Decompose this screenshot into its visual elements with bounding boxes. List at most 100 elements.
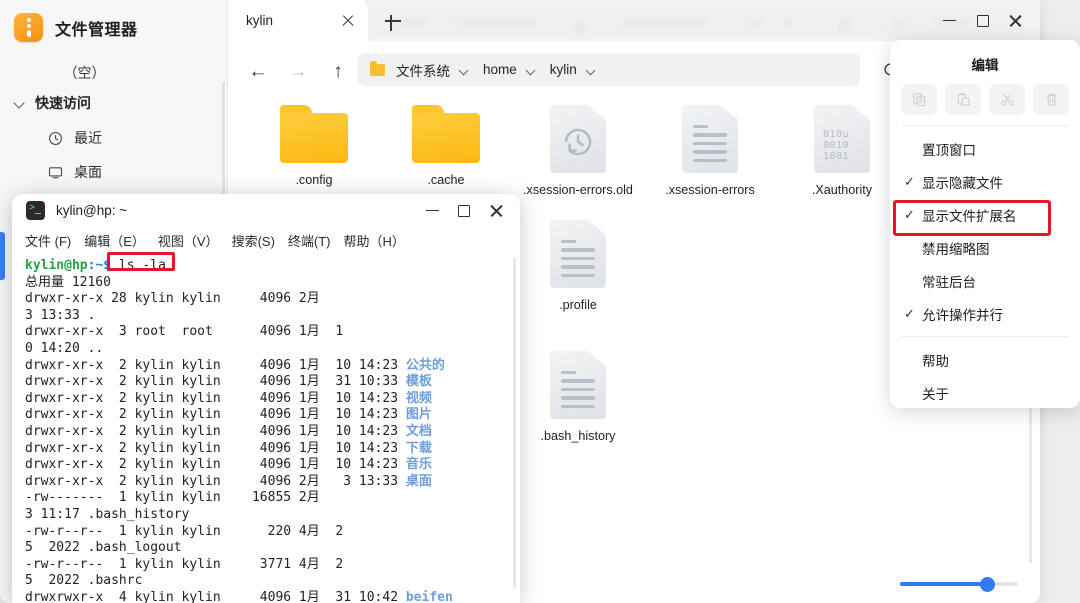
menu-item-show-hidden-files[interactable]: ✓ 显示隐藏文件 (890, 165, 1080, 198)
screen: 文件管理器 （空） 快速访问 最近 (0, 0, 1080, 603)
file-name: .cache (384, 172, 508, 188)
file-item[interactable]: .config (248, 105, 380, 198)
cut-icon[interactable] (989, 84, 1025, 115)
terminal-output[interactable]: kylin@hp:~$ ls -la 总用量 12160 drwxr-xr-x … (12, 256, 520, 603)
terminal-icon (26, 201, 45, 220)
up-button[interactable]: ↑ (326, 59, 350, 83)
menu-item-about[interactable]: 关于 (890, 376, 1080, 409)
chevron-down-icon[interactable] (525, 64, 537, 76)
terminal-window: kylin@hp: ~ 文件 (F) 编辑（E） 视图（V） 搜索(S) 终端(… (12, 194, 520, 603)
file-name: .profile (516, 297, 640, 313)
forward-button[interactable]: → (286, 59, 310, 83)
terminal-title: kylin@hp: ~ (56, 203, 127, 218)
breadcrumb-item-filesystem[interactable]: 文件系统 (394, 60, 452, 80)
minimize-icon[interactable] (416, 198, 448, 224)
check-icon: ✓ (904, 306, 921, 322)
breadcrumb[interactable]: 文件系统 home kylin (358, 53, 860, 86)
navigation-buttons: ← → ↑ (246, 59, 350, 83)
menu-item-help[interactable]: 帮助 (890, 343, 1080, 376)
file-item[interactable]: .xsession-errors (644, 105, 776, 198)
tab-strip-background (368, 5, 1026, 41)
tab-strip: kylin (228, 0, 1040, 41)
folder-icon (278, 105, 350, 163)
terminal-menu-view[interactable]: 视图（V） (158, 231, 219, 250)
copy-icon[interactable] (901, 84, 937, 115)
file-item-empty (644, 220, 776, 329)
slider-handle[interactable] (980, 577, 995, 592)
file-name: .xsession-errors.old (516, 182, 640, 198)
menu-divider (902, 125, 1068, 126)
file-item[interactable]: 010u 0010 1001 .Xauthority (776, 105, 908, 198)
back-button[interactable]: ← (246, 59, 270, 83)
terminal-menu-terminal[interactable]: 终端(T) (288, 231, 331, 250)
file-item[interactable]: .profile (512, 220, 644, 329)
menu-item-label: 允许操作并行 (921, 304, 1003, 324)
terminal-menu-search[interactable]: 搜索(S) (232, 231, 275, 250)
menu-item-show-file-extensions[interactable]: ✓ 显示文件扩展名 (890, 198, 1080, 231)
close-icon[interactable] (999, 6, 1032, 36)
zoom-slider[interactable] (900, 577, 1018, 591)
sidebar-item-recent[interactable]: 最近 (0, 121, 227, 155)
menu-item-label: 关于 (921, 383, 949, 403)
chevron-down-icon (14, 97, 26, 109)
terminal-window-controls (416, 198, 512, 224)
document-history-icon (550, 105, 606, 173)
menu-item-label: 显示文件扩展名 (921, 205, 1017, 225)
document-icon (682, 105, 738, 173)
close-icon[interactable] (340, 13, 356, 29)
chevron-down-icon[interactable] (585, 64, 597, 76)
app-title: 文件管理器 (55, 16, 138, 40)
file-item[interactable]: .xsession-errors.old (512, 105, 644, 198)
breadcrumb-item-kylin[interactable]: kylin (548, 62, 579, 77)
menu-item-pin-window[interactable]: 置顶窗口 (890, 132, 1080, 165)
window-controls (933, 0, 1040, 41)
sidebar-item-label: 最近 (74, 128, 102, 148)
terminal-menu-help[interactable]: 帮助（H） (344, 231, 405, 250)
file-item[interactable]: .bash_history (512, 351, 644, 444)
file-name: .bash_history (516, 428, 640, 444)
plus-icon[interactable] (383, 11, 403, 31)
menu-divider (902, 336, 1068, 337)
document-binary-icon: 010u 0010 1001 (814, 105, 870, 173)
file-item[interactable]: .cache (380, 105, 512, 198)
folder-icon (370, 64, 385, 76)
close-icon[interactable] (480, 198, 512, 224)
check-icon: ✓ (904, 174, 921, 190)
chevron-down-icon[interactable] (458, 64, 470, 76)
breadcrumb-item-home[interactable]: home (481, 62, 519, 77)
document-icon (550, 351, 606, 419)
sidebar-selection-indicator (0, 232, 5, 280)
maximize-icon[interactable] (966, 6, 999, 36)
terminal-menubar: 文件 (F) 编辑（E） 视图（V） 搜索(S) 终端(T) 帮助（H） (12, 227, 520, 253)
sidebar-empty-label: （空） (0, 63, 227, 83)
app-header: 文件管理器 (0, 0, 227, 42)
tab-kylin[interactable]: kylin (228, 0, 368, 41)
menu-item-label: 显示隐藏文件 (921, 172, 1003, 192)
file-name: .Xauthority (780, 182, 904, 198)
terminal-titlebar: kylin@hp: ~ (12, 194, 520, 227)
binary-glyphs: 010u 0010 1001 (823, 129, 863, 162)
slider-fill (900, 582, 986, 585)
clock-icon (48, 131, 63, 146)
menu-title: 编辑 (890, 48, 1080, 84)
maximize-icon[interactable] (448, 198, 480, 224)
menu-item-disable-thumbnails[interactable]: 禁用缩略图 (890, 231, 1080, 264)
file-manager-icon (14, 13, 43, 42)
monitor-icon (48, 165, 63, 180)
paste-icon[interactable] (945, 84, 981, 115)
terminal-scrollbar[interactable] (513, 258, 516, 588)
file-item-empty (776, 220, 908, 329)
menu-item-label: 常驻后台 (921, 271, 976, 291)
delete-icon[interactable] (1033, 84, 1069, 115)
menu-item-stay-in-background[interactable]: 常驻后台 (890, 264, 1080, 297)
sidebar-group-quick-access[interactable]: 快速访问 (0, 83, 227, 121)
minimize-icon[interactable] (933, 6, 966, 36)
sidebar-item-desktop[interactable]: 桌面 (0, 155, 227, 189)
menu-item-label: 帮助 (921, 350, 949, 370)
terminal-menu-file[interactable]: 文件 (F) (25, 231, 71, 250)
menu-item-allow-parallel-operations[interactable]: ✓ 允许操作并行 (890, 297, 1080, 330)
sidebar-item-label: 桌面 (74, 162, 102, 182)
check-icon: ✓ (904, 207, 921, 223)
menu-item-label: 置顶窗口 (921, 139, 976, 159)
terminal-menu-edit[interactable]: 编辑（E） (84, 231, 145, 250)
